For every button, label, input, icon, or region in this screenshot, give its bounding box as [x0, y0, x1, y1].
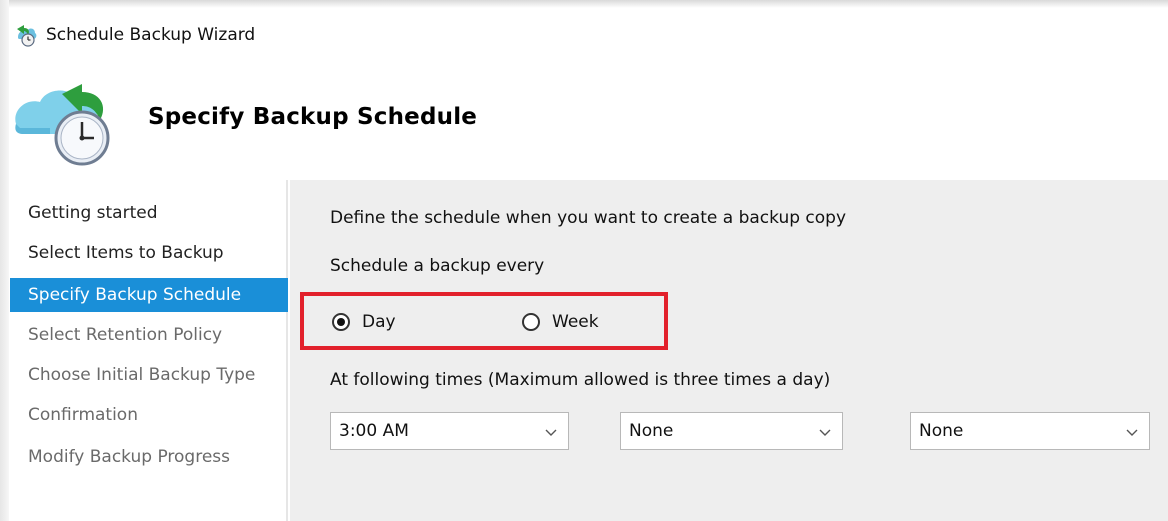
sidebar-item-initial-backup-type[interactable]: Choose Initial Backup Type — [10, 358, 288, 392]
backup-wizard-icon — [14, 23, 38, 47]
radio-week-indicator[interactable] — [522, 313, 540, 331]
sidebar-item-confirmation[interactable]: Confirmation — [10, 398, 288, 432]
window-top-edge — [0, 0, 1168, 8]
cloud-clock-icon — [10, 80, 115, 168]
sidebar-item-select-items[interactable]: Select Items to Backup — [10, 236, 288, 270]
sidebar-item-specify-schedule[interactable]: Specify Backup Schedule — [10, 278, 288, 312]
window-left-edge — [0, 0, 9, 521]
radio-week[interactable]: Week — [522, 312, 599, 332]
times-label: At following times (Maximum allowed is t… — [330, 370, 831, 390]
radio-day-label[interactable]: Day — [362, 312, 396, 332]
time-select-1[interactable]: 3:00 AM — [330, 412, 569, 450]
wizard-window: Schedule Backup Wizard Specify Backup Sc… — [0, 0, 1168, 521]
time-select-3[interactable]: None — [910, 412, 1150, 450]
chevron-down-icon[interactable] — [1125, 424, 1139, 438]
sidebar-item-retention-policy[interactable]: Select Retention Policy — [10, 318, 288, 352]
radio-day[interactable]: Day — [332, 312, 396, 332]
frequency-label: Schedule a backup every — [330, 256, 545, 276]
chevron-down-icon[interactable] — [544, 424, 558, 438]
sidebar-item-backup-progress[interactable]: Modify Backup Progress — [10, 440, 288, 474]
time-select-3-value: None — [919, 421, 964, 441]
time-select-1-value: 3:00 AM — [339, 421, 409, 441]
time-select-2-value: None — [629, 421, 674, 441]
sidebar-item-getting-started[interactable]: Getting started — [10, 196, 288, 230]
radio-day-indicator[interactable] — [332, 313, 350, 331]
window-title: Schedule Backup Wizard — [46, 25, 256, 45]
wizard-steps-sidebar: Getting started Select Items to Backup S… — [10, 180, 288, 521]
radio-week-label[interactable]: Week — [552, 312, 599, 332]
chevron-down-icon[interactable] — [818, 424, 832, 438]
content-panel — [290, 180, 1168, 521]
page-title: Specify Backup Schedule — [148, 104, 478, 130]
schedule-description: Define the schedule when you want to cre… — [330, 208, 847, 228]
time-select-2[interactable]: None — [620, 412, 843, 450]
title-bar: Schedule Backup Wizard — [14, 18, 255, 52]
